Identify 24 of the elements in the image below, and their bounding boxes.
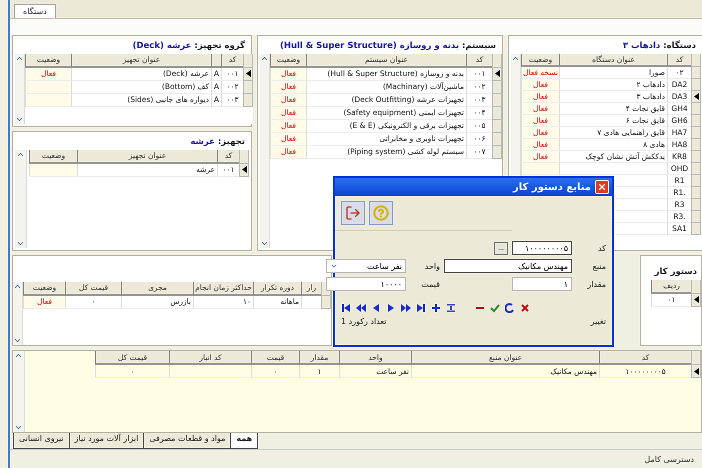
tab[interactable]: مواد و قطعات مصرفی (143, 433, 232, 450)
field-label: کد (596, 244, 606, 252)
field-label: مقدار (586, 280, 606, 288)
input-field[interactable]: ۱ (512, 277, 572, 291)
field-label: منبع (592, 262, 606, 270)
panel-title: دستور کار (653, 266, 698, 279)
change-label: تغییر (590, 317, 606, 326)
tab[interactable]: دستگاه (14, 4, 56, 18)
record-count: تعداد رکورد 1 (341, 317, 386, 326)
field-label: قیمت (420, 280, 440, 288)
tab[interactable]: نیروی انسانی (13, 433, 70, 450)
status-text: دسترسی کامل (644, 454, 694, 464)
input-field[interactable]: ۱۰۰۰۰۰۰۰۰۵ (512, 241, 572, 255)
input-field[interactable]: مهندس مکانیک (444, 259, 572, 273)
dialog-title: منابع دستور کار (513, 182, 591, 192)
panel-title: گروه تجهیز: عرشه (Deck) (132, 39, 246, 53)
field-label: واحد (424, 262, 440, 270)
tab[interactable]: ابزار آلات مورد نیاز (68, 433, 144, 450)
panel-title: دستگاه: دادهاب ۳ (622, 39, 697, 53)
dropdown[interactable]: نفر ساعت (326, 259, 406, 273)
tab[interactable]: همه (230, 433, 258, 450)
panel-title: تجهیز: عرشه (189, 136, 246, 149)
panel-title: سیستم: بدنه و روسازه (Hull & Super Structure) (278, 40, 497, 53)
input-field[interactable]: ۱۰۰۰۰ (326, 277, 406, 291)
